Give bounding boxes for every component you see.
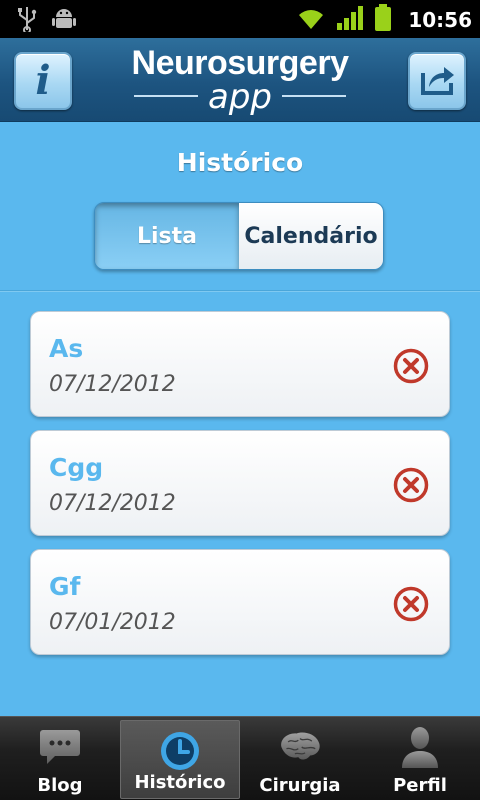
tab-perfil[interactable]: Perfil [360,717,480,800]
info-button[interactable]: i [14,52,72,110]
usb-icon [16,6,38,36]
entry-date: 07/12/2012 [49,491,176,516]
app-logo: Neurosurgery app [120,44,360,118]
page-title: Histórico [176,148,304,177]
delete-icon[interactable] [393,348,429,384]
toggle-lista[interactable]: Lista [95,203,239,269]
divider [0,290,480,292]
bottom-tab-bar: Blog Histórico Cirurgia Perfil [0,716,480,800]
status-bar: 10:56 [0,0,480,38]
battery-icon [374,4,392,36]
info-icon: i [35,57,51,104]
share-button[interactable] [408,52,466,110]
delete-icon[interactable] [393,467,429,503]
chat-bubble-icon [38,725,82,769]
clock-time: 10:56 [408,8,472,32]
tab-cirurgia[interactable]: Cirurgia [240,717,360,800]
logo-subtitle: app [208,77,272,117]
list-item[interactable]: Cgg 07/12/2012 [30,430,450,536]
wifi-icon [296,5,326,35]
delete-icon[interactable] [393,586,429,622]
tab-historico[interactable]: Histórico [120,720,240,799]
tab-label: Blog [37,775,83,796]
tab-label: Histórico [134,772,226,793]
entry-name: Cgg [49,453,104,482]
person-icon [398,725,442,769]
android-debug-icon [52,6,76,36]
logo-rule-left [134,95,198,97]
entry-name: As [49,334,84,363]
tab-label: Perfil [393,775,447,796]
brain-icon [278,725,322,769]
share-icon [417,61,457,101]
clock-icon [158,729,202,773]
toggle-calendario[interactable]: Calendário [239,203,383,269]
list-item[interactable]: As 07/12/2012 [30,311,450,417]
tab-label: Cirurgia [259,775,341,796]
view-toggle: Lista Calendário [94,202,384,270]
app-header: i Neurosurgery app [0,38,480,122]
signal-icon [336,5,364,35]
entry-date: 07/12/2012 [49,372,176,397]
tab-blog[interactable]: Blog [0,717,120,800]
entry-date: 07/01/2012 [49,610,176,635]
history-list: As 07/12/2012 Cgg 07/12/2012 Gf 07/01/20… [30,311,450,668]
entry-name: Gf [49,572,81,601]
logo-rule-right [282,95,346,97]
list-item[interactable]: Gf 07/01/2012 [30,549,450,655]
